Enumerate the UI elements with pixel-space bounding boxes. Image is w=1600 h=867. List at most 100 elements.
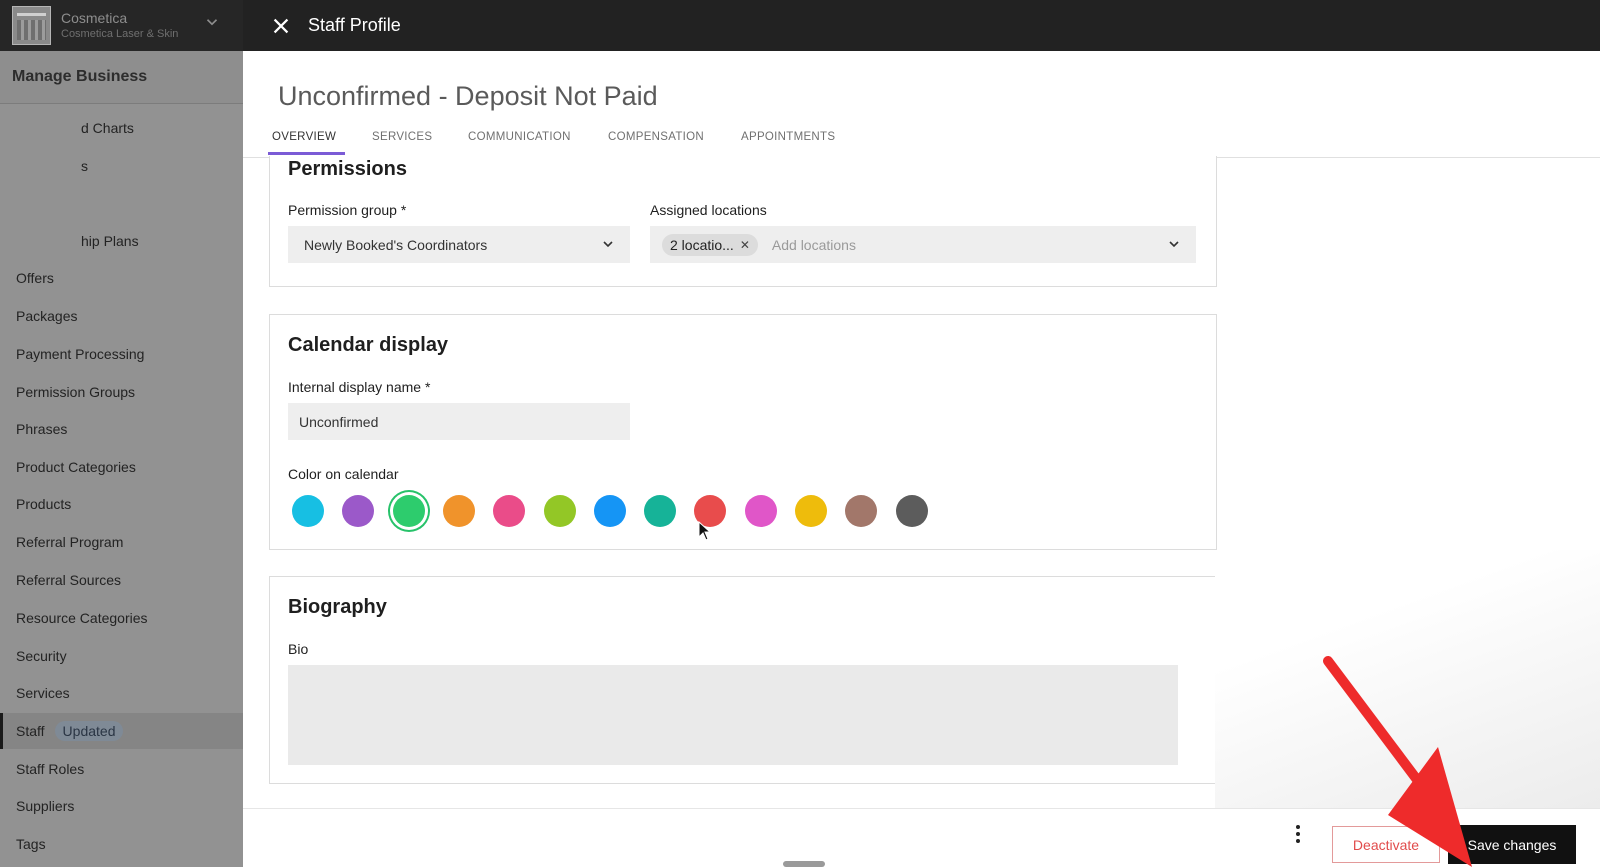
sidebar-item-label: hip Plans [81,233,139,249]
permission-group-label: Permission group * [288,202,407,218]
profile-header: Unconfirmed - Deposit Not Paid OVERVIEW … [243,51,1600,158]
color-swatch[interactable] [845,495,878,527]
sidebar-item-label: Suppliers [16,798,75,814]
sidebar-item[interactable]: Suppliers [0,788,243,824]
more-options-icon[interactable] [1294,825,1302,845]
sidebar-item-label: Services [16,685,70,701]
sidebar-item-label: Tags [16,836,46,852]
sidebar-item-label: Products [16,496,72,512]
sidebar-item[interactable]: hip Plans [0,223,243,259]
sidebar-item[interactable] [0,186,243,222]
sidebar-item-label: Staff Roles [16,761,85,777]
color-swatch[interactable] [292,495,324,527]
close-icon[interactable] [270,15,292,37]
staff-name: Unconfirmed - Deposit Not Paid [278,81,658,111]
permissions-heading: Permissions [288,158,407,180]
color-swatch[interactable] [493,495,526,527]
locations-chip: 2 locatio... ✕ [662,233,758,256]
tab-compensation[interactable]: COMPENSATION [608,131,704,143]
display-name-label: Internal display name * [288,379,431,395]
sidebar-item-label: s [81,158,88,174]
mouse-cursor-icon [698,521,712,541]
color-label: Color on calendar [288,466,399,482]
save-changes-button[interactable]: Save changes [1448,825,1576,864]
permissions-card: Permissions Permission group * Newly Boo… [269,156,1217,287]
sidebar-item-label: Phrases [16,421,68,437]
business-switcher[interactable]: Cosmetica Cosmetica Laser & Skin [0,0,243,51]
sidebar-item[interactable]: Phrases [0,411,243,447]
sidebar-item-label: Staff [16,723,45,739]
sidebar-item-label: Product Categories [16,459,136,475]
business-logo [12,6,51,45]
color-swatch[interactable] [442,495,475,527]
color-swatch[interactable] [895,495,928,527]
color-swatch[interactable] [795,495,827,527]
sidebar-item-label: Security [16,648,67,664]
sidebar-item[interactable]: Staff Updated [0,713,243,749]
assigned-locations-select[interactable]: 2 locatio... ✕ Add locations [650,226,1196,263]
sidebar-item[interactable]: Tags [0,826,243,862]
color-swatch[interactable] [593,495,626,527]
sidebar-item[interactable]: Referral Sources [0,562,243,598]
sidebar-item-label: Packages [16,308,78,324]
sidebar-item[interactable]: Resource Categories [0,600,243,636]
sidebar-item[interactable]: Packages [0,298,243,334]
color-swatch[interactable] [342,495,375,527]
sidebar-item[interactable]: Security [0,638,243,674]
drag-handle[interactable] [783,861,825,867]
bio-textarea[interactable] [288,665,1178,765]
page-title: Staff Profile [308,15,401,35]
add-locations-placeholder: Add locations [771,236,856,253]
sidebar-item[interactable]: Product Categories [0,449,243,485]
display-name-value: Unconfirmed [299,413,379,430]
sidebar-item[interactable]: s [0,148,243,184]
side-panel [1293,158,1527,551]
deactivate-button[interactable]: Deactivate [1332,826,1440,863]
biography-card: Biography Bio [269,576,1217,784]
status-badge: Updated [54,721,124,741]
chip-remove-icon[interactable]: ✕ [740,238,750,252]
sidebar-item-label: Offers [16,270,54,286]
footer-bar: Deactivate Save changes [243,808,1600,867]
sidebar-item[interactable]: Offers [0,260,243,296]
locations-chip-label: 2 locatio... [670,236,734,253]
tab-services[interactable]: SERVICES [372,131,432,143]
sidebar-item[interactable]: Permission Groups [0,374,243,410]
sidebar-item-label: Referral Sources [16,572,122,588]
permission-group-select[interactable]: Newly Booked's Coordinators [288,226,630,263]
sidebar-item-label: d Charts [81,120,134,136]
calendar-display-heading: Calendar display [288,334,449,356]
assigned-locations-label: Assigned locations [650,202,767,218]
chevron-down-icon [206,19,218,26]
color-swatch[interactable] [392,495,425,527]
sidebar-heading: Manage Business [0,51,243,104]
active-tab-indicator [268,152,345,155]
chevron-down-icon [1169,241,1179,248]
sidebar-item-label: Permission Groups [16,384,136,400]
color-swatch[interactable] [744,495,777,527]
sidebar-item[interactable]: Staff Roles [0,751,243,787]
sidebar-item[interactable]: Services [0,675,243,711]
tab-overview[interactable]: OVERVIEW [272,131,336,143]
display-name-input[interactable]: Unconfirmed [288,403,630,440]
sidebar-item-label: Payment Processing [16,346,145,362]
calendar-display-card: Calendar display Internal display name *… [269,314,1217,550]
sidebar-item[interactable]: d Charts [0,110,243,146]
chevron-down-icon [603,241,613,248]
bio-label: Bio [288,641,309,657]
tab-appointments[interactable]: APPOINTMENTS [741,131,835,143]
sidebar: Cosmetica Cosmetica Laser & Skin Manage … [0,0,243,867]
sidebar-item[interactable]: Payment Processing [0,336,243,372]
top-bar: Staff Profile [243,0,1600,51]
sidebar-item[interactable]: Referral Program [0,524,243,560]
sidebar-item-label: Referral Program [16,534,124,550]
business-subtitle: Cosmetica Laser & Skin [61,28,179,40]
sidebar-item-label: Resource Categories [16,610,148,626]
biography-heading: Biography [288,596,387,618]
sidebar-item[interactable]: Products [0,486,243,522]
permission-group-value: Newly Booked's Coordinators [304,236,488,253]
color-swatch[interactable] [543,495,576,527]
color-swatch[interactable] [644,495,677,527]
tab-communication[interactable]: COMMUNICATION [468,131,571,143]
background-fade [1215,550,1600,808]
